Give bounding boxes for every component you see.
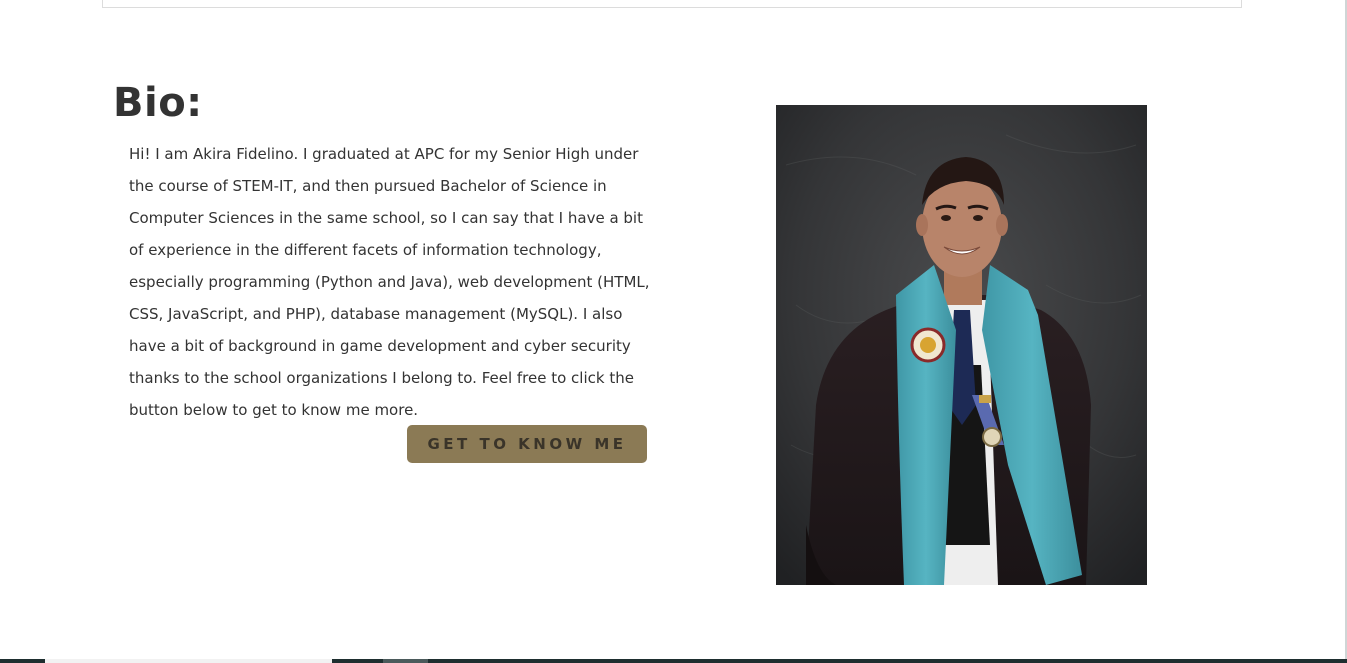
taskbar-strip xyxy=(0,659,1347,663)
previous-section-card-edge xyxy=(102,0,1242,8)
profile-photo xyxy=(776,105,1147,585)
taskbar-item[interactable] xyxy=(383,659,428,663)
taskbar-item[interactable] xyxy=(45,659,332,663)
bio-heading: Bio: xyxy=(113,80,203,126)
page: Bio: Hi! I am Akira Fidelino. I graduate… xyxy=(0,0,1347,663)
bio-paragraph: Hi! I am Akira Fidelino. I graduated at … xyxy=(129,145,650,419)
get-to-know-me-button[interactable]: GET TO KNOW ME xyxy=(407,425,647,463)
